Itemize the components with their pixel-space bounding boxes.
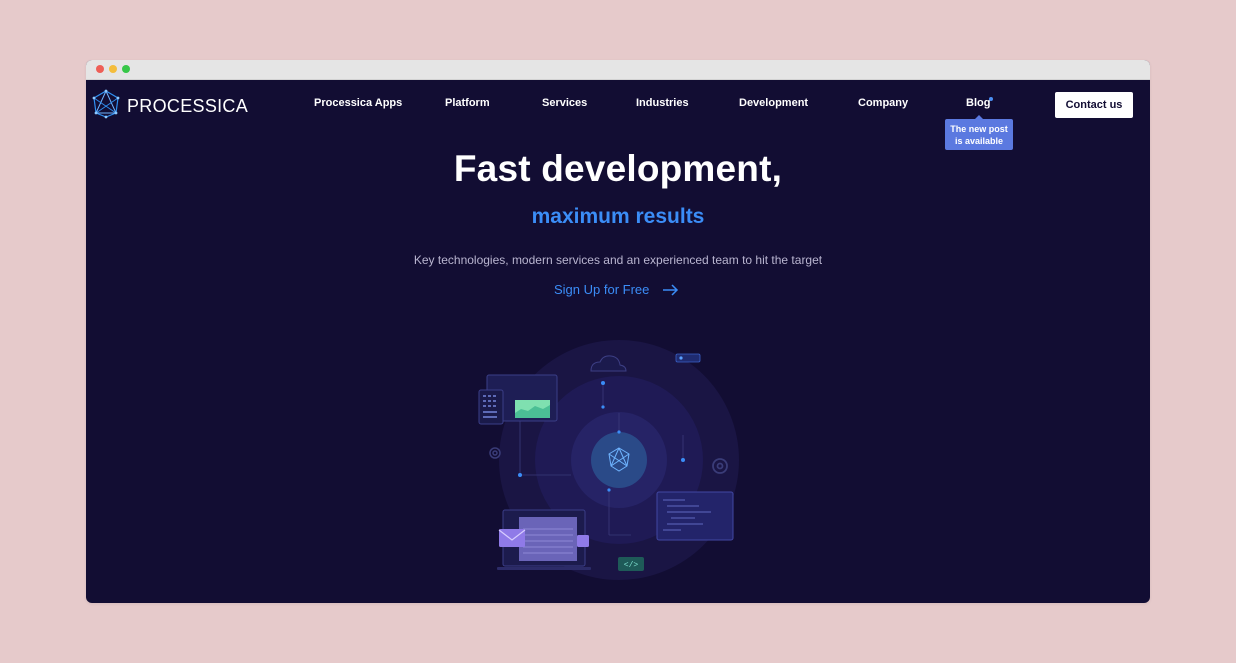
hero-description: Key technologies, modern services and an…	[413, 253, 823, 267]
code-tag-chip: </>	[618, 557, 644, 571]
arrow-right-icon	[663, 283, 679, 296]
maximize-window-dot[interactable]	[122, 65, 130, 73]
nav-item-development[interactable]: Development	[739, 97, 808, 109]
tooltip-line-2: is available	[954, 135, 1004, 146]
mail-icon	[498, 529, 526, 547]
contact-us-button[interactable]: Contact us	[1055, 92, 1133, 118]
minimize-window-dot[interactable]	[109, 65, 117, 73]
hero-subtitle: maximum results	[531, 205, 705, 228]
chart-badge	[577, 535, 589, 547]
page-content: PROCESSICA Processica Apps Platform Serv…	[86, 80, 1150, 603]
sign-up-label: Sign Up for Free	[554, 282, 650, 297]
core-circle	[591, 432, 647, 488]
code-window	[656, 491, 734, 541]
nav-item-industries[interactable]: Industries	[636, 97, 689, 109]
blog-tooltip: The new post is available	[945, 115, 1013, 150]
svg-text:</>: </>	[624, 561, 639, 570]
brand-name: PROCESSICA	[127, 96, 249, 116]
tooltip-line-1: The new post	[950, 123, 1008, 134]
close-window-dot[interactable]	[96, 65, 104, 73]
gear-icon-left	[489, 447, 501, 459]
brand-logo[interactable]: PROCESSICA	[92, 89, 248, 124]
nav-item-blog[interactable]: Blog	[966, 97, 990, 109]
nav-item-company[interactable]: Company	[858, 97, 908, 109]
nav-item-processica-apps[interactable]: Processica Apps	[314, 97, 402, 109]
nav-item-platform[interactable]: Platform	[445, 97, 490, 109]
hero-illustration: </>	[478, 340, 739, 580]
nav-item-services[interactable]: Services	[542, 97, 587, 109]
browser-window: PROCESSICA Processica Apps Platform Serv…	[86, 60, 1150, 603]
sign-up-link[interactable]: Sign Up for Free	[554, 282, 679, 297]
hero-title: Fast development,	[453, 148, 783, 189]
crystal-network-icon	[92, 89, 120, 124]
blog-new-indicator	[989, 97, 993, 101]
keypad-device	[478, 389, 504, 425]
browser-chrome	[86, 60, 1150, 80]
